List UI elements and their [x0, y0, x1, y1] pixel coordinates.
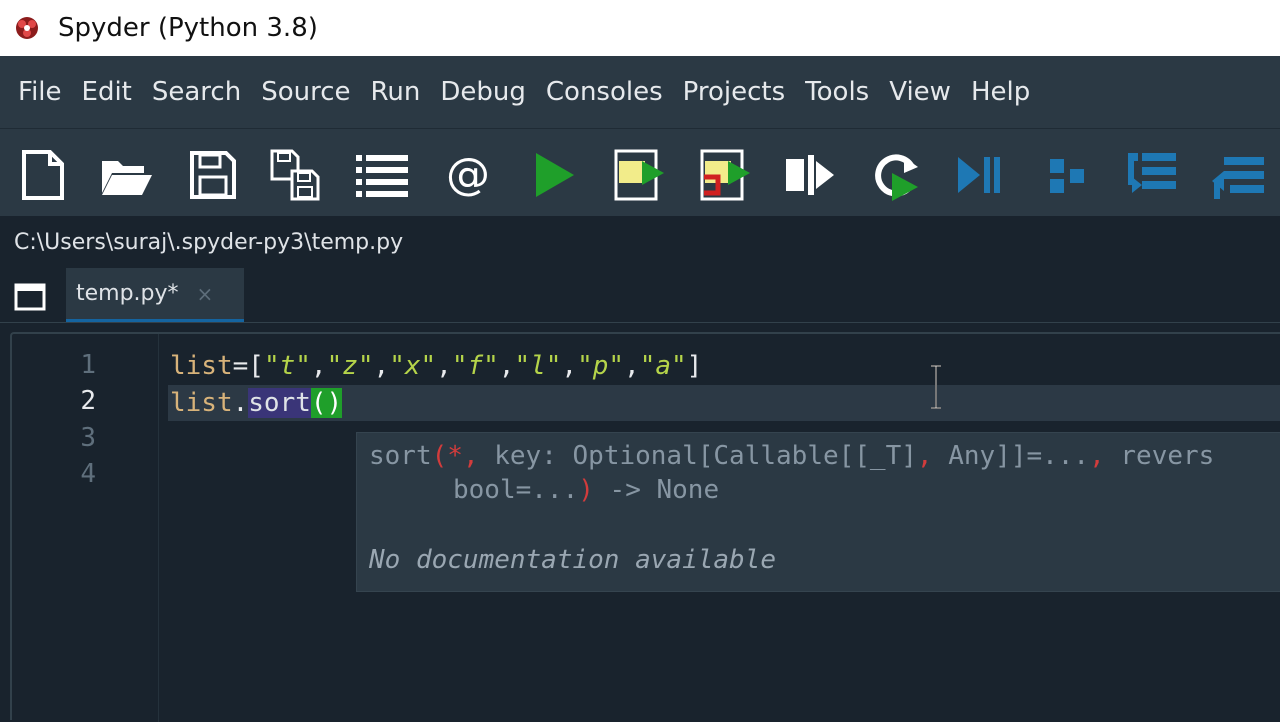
string-literal: "t" [263, 351, 311, 381]
calltip-doc-text: No documentation available [369, 545, 776, 575]
tab-label: temp.py* [76, 281, 179, 306]
main-toolbar: @ [0, 128, 1280, 217]
string-literal: "a" [639, 351, 687, 381]
open-folder-icon[interactable] [98, 147, 154, 203]
close-bracket: ] [686, 351, 703, 381]
sig-comma: , [462, 441, 479, 471]
step-into-icon[interactable] [1124, 147, 1180, 203]
tab-temp-py[interactable]: temp.py* × [66, 268, 244, 322]
sig-name: sort [369, 441, 432, 471]
run-icon[interactable] [526, 147, 582, 203]
line-number: 4 [80, 459, 96, 489]
string-literal: "l" [514, 351, 562, 381]
menu-run[interactable]: Run [361, 77, 431, 107]
signature-calltip: sort(*, key: Optional[Callable[[_T], Any… [356, 432, 1280, 592]
string-literal: "f" [451, 351, 499, 381]
string-literal: "p" [577, 351, 625, 381]
matched-parens: () [310, 388, 343, 418]
title-bar: Spyder (Python 3.8) [0, 0, 1280, 56]
menu-tools[interactable]: Tools [795, 77, 879, 107]
assign-operator: = [232, 351, 249, 381]
file-path-bar: C:\Users\suraj\.spyder-py3\temp.py [0, 216, 1280, 268]
svg-text:@: @ [446, 149, 490, 200]
file-path: C:\Users\suraj\.spyder-py3\temp.py [14, 229, 404, 255]
sig-return: -> None [593, 475, 720, 505]
window-title: Spyder (Python 3.8) [58, 13, 318, 43]
variable-name: list [170, 388, 233, 418]
rerun-icon[interactable] [868, 147, 924, 203]
new-file-icon[interactable] [16, 147, 72, 203]
run-selection-icon[interactable] [782, 147, 838, 203]
line-number-gutter: 1 2 3 4 [12, 334, 159, 722]
menu-projects[interactable]: Projects [673, 77, 796, 107]
step-icon[interactable] [1040, 147, 1096, 203]
code-editor[interactable]: 1 2 3 4 list=["t","z","x","f","l","p","a… [10, 332, 1280, 722]
at-icon[interactable]: @ [440, 147, 496, 203]
sig-comma: , [1089, 441, 1105, 471]
line-number: 1 [80, 350, 96, 380]
menu-debug[interactable]: Debug [430, 77, 536, 107]
line-number: 3 [80, 423, 96, 453]
sig-comma: , [916, 441, 933, 471]
sig-key-param: key: Optional[Callable[[_T] [478, 441, 917, 471]
editor-tab-bar: temp.py* × [0, 268, 1280, 323]
sig-any: Any]]=... [932, 441, 1090, 471]
sig-star: * [447, 441, 463, 471]
spyder-logo-icon [12, 13, 42, 43]
string-literal: "z" [326, 351, 374, 381]
menu-file[interactable]: File [8, 77, 72, 107]
menu-edit[interactable]: Edit [72, 77, 142, 107]
run-cell-advance-icon[interactable] [698, 147, 754, 203]
method-name-highlight: sort [248, 388, 311, 418]
menu-consoles[interactable]: Consoles [536, 77, 673, 107]
code-line-1: list=["t","z","x","f","l","p","a"] [170, 351, 703, 381]
open-bracket: [ [248, 351, 264, 381]
browse-tabs-icon[interactable] [8, 276, 52, 318]
line-number-current: 2 [80, 386, 96, 416]
sig-open-paren: ( [431, 441, 448, 471]
menu-bar: File Edit Search Source Run Debug Consol… [0, 56, 1280, 128]
close-icon[interactable]: × [197, 282, 214, 306]
sig-bool: bool=... [453, 475, 579, 505]
string-literal: "x" [389, 351, 437, 381]
list-icon[interactable] [354, 147, 410, 203]
menu-source[interactable]: Source [251, 77, 360, 107]
signature-line-2: bool=...) -> None [453, 475, 719, 505]
dot-operator: . [232, 388, 249, 418]
code-line-2: list.sort() [170, 385, 343, 421]
variable-name: list [170, 351, 233, 381]
save-all-icon[interactable] [268, 147, 324, 203]
debug-icon[interactable] [950, 147, 1006, 203]
run-cell-icon[interactable] [612, 147, 668, 203]
menu-search[interactable]: Search [142, 77, 251, 107]
sig-close-paren: ) [578, 475, 594, 505]
sig-reverse-param: revers [1104, 441, 1215, 471]
menu-help[interactable]: Help [961, 77, 1040, 107]
menu-view[interactable]: View [879, 77, 961, 107]
step-return-icon[interactable] [1210, 147, 1266, 203]
signature-line-1: sort(*, key: Optional[Callable[[_T], Any… [369, 441, 1214, 471]
text-cursor-icon [930, 364, 942, 410]
save-icon[interactable] [184, 147, 240, 203]
